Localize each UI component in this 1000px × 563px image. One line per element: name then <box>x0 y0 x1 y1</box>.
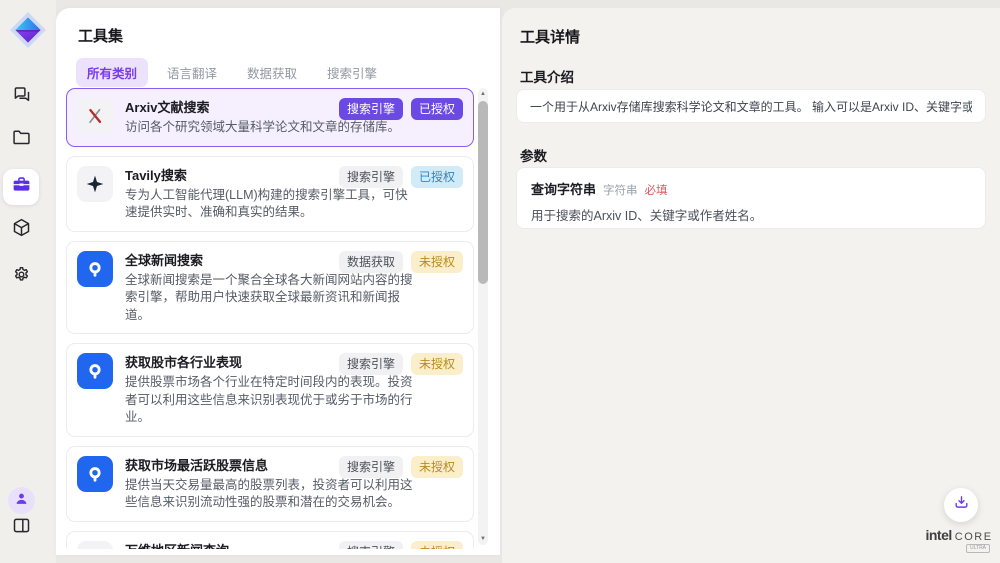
tool-list: Arxiv文献搜索 访问各个研究领域大量科学论文和文章的存储库。 搜索引擎 已授… <box>66 88 474 549</box>
param-card: 查询字符串 字符串 必填 用于搜索的Arxiv ID、关键字或作者姓名。 <box>516 167 986 229</box>
auth-status-badge: 未授权 <box>411 353 463 375</box>
detail-title: 工具详情 <box>520 26 580 47</box>
scroll-up-icon[interactable]: ▲ <box>478 91 488 97</box>
tool-list-panel: 工具集 所有类别语言翻译数据获取搜索引擎 Arxiv文献搜索 访问各个研究领域大… <box>56 8 500 555</box>
sidebar-item-settings[interactable] <box>3 259 39 295</box>
tool-card[interactable]: 获取市场最活跃股票信息 提供当天交易量最高的股票列表，投资者可以利用这些信息来识… <box>66 446 474 522</box>
category-badge: 搜索引擎 <box>339 166 403 188</box>
tool-description: 访问各个研究领域大量科学论文和文章的存储库。 <box>125 119 400 137</box>
sidebar-item-chat[interactable] <box>3 78 39 114</box>
auth-status-badge: 已授权 <box>411 98 463 120</box>
tavily-star-icon <box>77 166 113 202</box>
category-badge: 数据获取 <box>339 251 403 273</box>
tool-card[interactable]: 万维地区新闻查询 查询具体行政区划内的新闻，快速了解各地新闻动 搜索引擎 未授权 <box>66 531 474 550</box>
q-search-icon <box>77 456 113 492</box>
toolbox-icon <box>11 174 32 200</box>
tool-card[interactable]: Arxiv文献搜索 访问各个研究领域大量科学论文和文章的存储库。 搜索引擎 已授… <box>66 88 474 147</box>
intel-wordmark: intel <box>925 527 951 543</box>
tool-card[interactable]: 获取股市各行业表现 提供股票市场各个行业在特定时间段内的表现。投资者可以利用这些… <box>66 343 474 437</box>
category-badge: 搜索引擎 <box>339 353 403 375</box>
app-sidebar <box>0 0 56 563</box>
user-avatar-icon <box>13 490 30 512</box>
tool-detail-panel: 工具详情 工具介绍 一个用于从Arxiv存储库搜索科学论文和文章的工具。 输入可… <box>502 8 1000 563</box>
list-scrollbar[interactable]: ▲ ▼ <box>478 88 488 545</box>
arxiv-x-icon <box>77 98 113 134</box>
sidebar-item-collapse[interactable] <box>3 510 39 546</box>
gear-icon <box>11 264 32 290</box>
q-search-icon <box>77 353 113 389</box>
page-title: 工具集 <box>78 25 123 46</box>
tool-card[interactable]: 全球新闻搜索 全球新闻搜索是一个聚合全球各大新闻网站内容的搜索引擎，帮助用户快速… <box>66 241 474 335</box>
category-badge: 搜索引擎 <box>339 541 403 550</box>
ultra-badge: ultra <box>966 544 990 553</box>
tab-3[interactable]: 搜索引擎 <box>316 58 388 87</box>
folder-icon <box>11 127 32 153</box>
auth-status-badge: 已授权 <box>411 166 463 188</box>
param-description: 用于搜索的Arxiv ID、关键字或作者姓名。 <box>531 205 971 224</box>
param-type: 字符串 <box>603 182 638 198</box>
auth-status-badge: 未授权 <box>411 541 463 550</box>
intel-core-logo: intel core ultra <box>926 527 992 553</box>
tool-description: 提供当天交易量最高的股票列表，投资者可以利用这些信息来识别流动性强的股票和潜在的… <box>125 477 417 512</box>
q-search-icon <box>77 251 113 287</box>
cube-icon <box>11 217 32 243</box>
sidebar-item-files[interactable] <box>3 122 39 158</box>
layout-columns-icon <box>11 515 32 541</box>
download-button[interactable] <box>944 488 978 522</box>
auth-status-badge: 未授权 <box>411 456 463 478</box>
auth-status-badge: 未授权 <box>411 251 463 273</box>
app-logo <box>9 11 47 49</box>
param-name: 查询字符串 <box>531 179 596 198</box>
scrollbar-thumb[interactable] <box>478 101 488 284</box>
scroll-down-icon[interactable]: ▼ <box>478 536 488 542</box>
intro-card: 一个用于从Arxiv存储库搜索科学论文和文章的工具。 输入可以是Arxiv ID… <box>516 89 986 123</box>
tool-description: 专为人工智能代理(LLM)构建的搜索引擎工具，可快速提供实时、准确和真实的结果。 <box>125 187 417 222</box>
core-wordmark: core <box>955 531 993 543</box>
tool-description: 提供股票市场各个行业在特定时间段内的表现。投资者可以利用这些信息来识别表现优于或… <box>125 374 417 427</box>
tab-0[interactable]: 所有类别 <box>76 58 148 87</box>
sidebar-item-plugins[interactable] <box>3 212 39 248</box>
category-badge: 搜索引擎 <box>339 456 403 478</box>
chat-icon <box>11 83 32 109</box>
intro-text: 一个用于从Arxiv存储库搜索科学论文和文章的工具。 输入可以是Arxiv ID… <box>530 98 972 115</box>
intro-heading: 工具介绍 <box>520 66 574 86</box>
tool-card[interactable]: Tavily搜索 专为人工智能代理(LLM)构建的搜索引擎工具，可快速提供实时、… <box>66 156 474 232</box>
param-required-badge: 必填 <box>645 182 668 198</box>
sidebar-item-toolbox[interactable] <box>3 169 39 205</box>
newspaper-icon <box>77 541 113 550</box>
tab-2[interactable]: 数据获取 <box>236 58 308 87</box>
category-badge: 搜索引擎 <box>339 98 403 120</box>
tool-description: 全球新闻搜索是一个聚合全球各大新闻网站内容的搜索引擎，帮助用户快速获取全球最新资… <box>125 272 417 325</box>
download-icon <box>953 494 970 516</box>
params-heading: 参数 <box>520 145 547 165</box>
category-tabs: 所有类别语言翻译数据获取搜索引擎 <box>76 58 388 87</box>
tab-1[interactable]: 语言翻译 <box>156 58 228 87</box>
app-window: 工具集 所有类别语言翻译数据获取搜索引擎 Arxiv文献搜索 访问各个研究领域大… <box>0 0 1000 563</box>
